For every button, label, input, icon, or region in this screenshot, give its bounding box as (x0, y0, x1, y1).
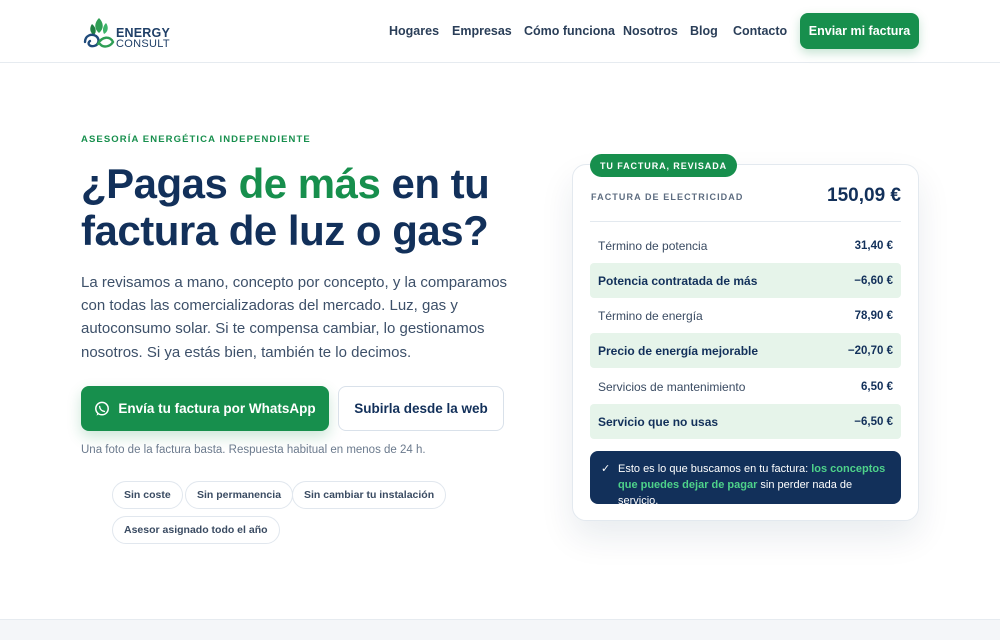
invoice-row-saving: Servicio que no usas −6,50 € (590, 404, 901, 439)
invoice-total: 150,09 € (827, 185, 901, 206)
invoice-row-label: Servicios de mantenimiento (598, 379, 746, 394)
feature-pill-sin-cambiar: Sin cambiar tu instalación (292, 481, 447, 509)
invoice-divider (590, 221, 901, 222)
nav-link-hogares[interactable]: Hogares (389, 24, 439, 38)
next-section-edge (0, 619, 1000, 640)
invoice-row-value: 78,90 € (854, 309, 893, 322)
invoice-row-value: −6,50 € (854, 415, 893, 428)
invoice-row-label: Potencia contratada de más (598, 273, 758, 288)
leaf-logo-icon (83, 18, 115, 48)
invoice-row-value: −20,70 € (847, 344, 893, 357)
invoice-row-saving: Precio de energía mejorable −20,70 € (590, 333, 901, 368)
whatsapp-send-button[interactable]: Envía tu factura por WhatsApp (81, 386, 329, 431)
feature-pill-asesor: Asesor asignado todo el año (112, 516, 280, 544)
hero-description: La revisamos a mano, concepto por concep… (81, 274, 508, 361)
invoice-row-label: Servicio que no usas (598, 414, 719, 429)
invoice-info-box: ✓ Esto es lo que buscamos en tu factura:… (590, 451, 901, 507)
invoice-row-label: Término de energía (598, 308, 703, 323)
invoice-row-value: −6,60 € (854, 274, 893, 287)
brand-logo[interactable]: ENERGY CONSULT (82, 14, 177, 50)
whatsapp-icon (95, 401, 110, 416)
site-header: ENERGY CONSULT Hogares Empresas Cómo fun… (0, 0, 1000, 63)
nav-link-contacto[interactable]: Contacto (733, 24, 787, 38)
whatsapp-button-label: Envía tu factura por WhatsApp (118, 401, 316, 416)
invoice-row: Servicios de mantenimiento 6,50 € (590, 369, 901, 404)
hero-note: Una foto de la factura basta. Respuesta … (81, 444, 426, 456)
feature-pill-sin-coste: Sin coste (112, 481, 183, 509)
invoice-row: Término de energía 78,90 € (590, 298, 901, 333)
info-text-start: Esto es lo que buscamos en tu factura: (618, 463, 812, 475)
hero-title-highlight: de más (238, 160, 381, 207)
invoice-row-label: Precio de energía mejorable (598, 343, 759, 358)
nav-link-empresas[interactable]: Empresas (452, 24, 512, 38)
nav-link-nosotros[interactable]: Nosotros (623, 24, 678, 38)
brand-name-line2: CONSULT (116, 38, 170, 50)
invoice-row-label: Término de potencia (598, 238, 708, 253)
invoice-type-label: FACTURA DE ELECTRICIDAD (591, 192, 744, 202)
invoice-row-value: 31,40 € (854, 239, 893, 252)
nav-link-blog[interactable]: Blog (690, 24, 718, 38)
hero-title: ¿Pagas de más en tu factura de luz o gas… (81, 160, 551, 254)
invoice-row-value: 6,50 € (861, 380, 893, 393)
hero-title-start: ¿Pagas (81, 160, 239, 207)
check-icon: ✓ (601, 463, 611, 475)
nav-link-como-funciona[interactable]: Cómo funciona (524, 24, 615, 38)
invoice-row-saving: Potencia contratada de más −6,60 € (590, 263, 901, 298)
hero-eyebrow: ASESORÍA ENERGÉTICA INDEPENDIENTE (81, 134, 311, 145)
invoice-row: Término de potencia 31,40 € (590, 228, 901, 263)
send-invoice-nav-button[interactable]: Enviar mi factura (800, 13, 919, 49)
invoice-badge: TU FACTURA, REVISADA (590, 154, 738, 177)
upload-web-button[interactable]: Subirla desde la web (338, 386, 504, 431)
feature-pill-sin-permanencia: Sin permanencia (185, 481, 294, 509)
